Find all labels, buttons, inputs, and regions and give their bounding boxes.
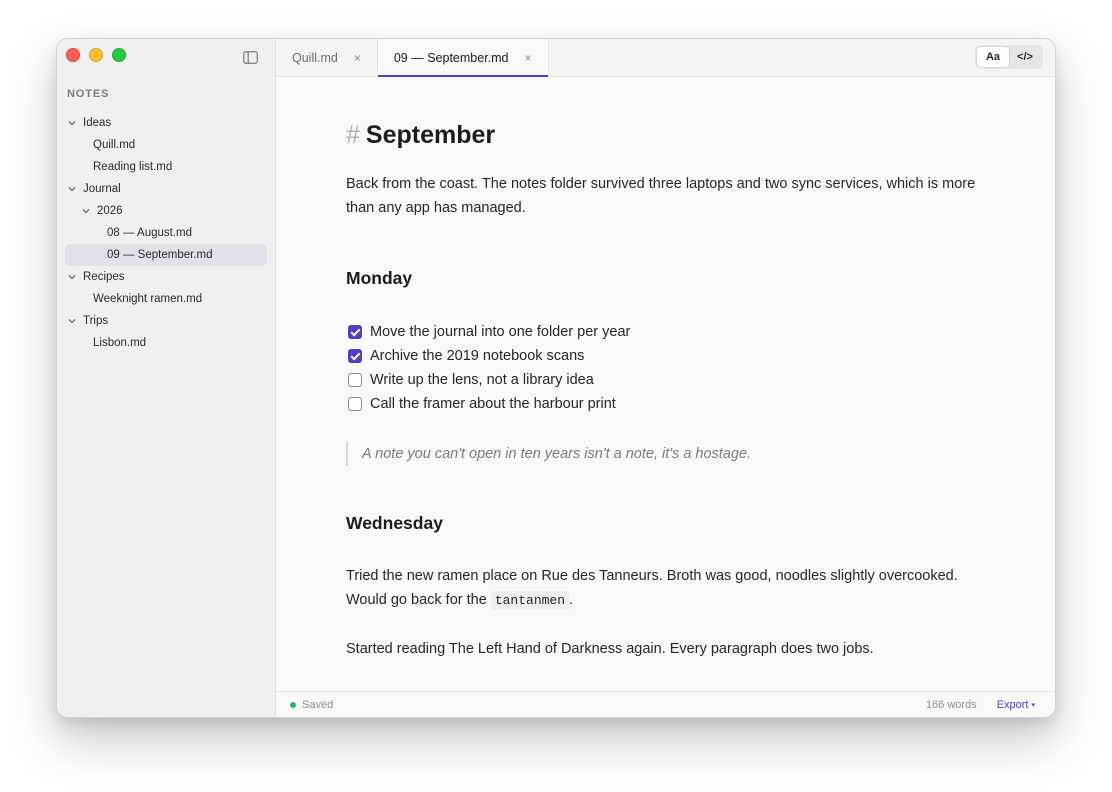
task-text: Move the journal into one folder per yea… [370, 324, 631, 340]
tree-item-label: Trips [83, 315, 109, 327]
status-bar: Saved 166 words Export ▾ [276, 691, 1055, 717]
tree-item-label: Lisbon.md [93, 337, 147, 349]
task-checkbox[interactable] [348, 349, 362, 363]
tree-file-august[interactable]: 08 — August.md [65, 222, 267, 244]
sidebar-toggle-icon[interactable] [243, 51, 258, 64]
source-mode-button[interactable]: </> [1009, 47, 1041, 67]
title-text: September [365, 121, 496, 149]
tree-file-september[interactable]: 09 — September.md [65, 244, 267, 266]
chevron-down-icon[interactable] [67, 316, 77, 326]
export-button[interactable]: Export ▾ [997, 699, 1035, 711]
ramen-paragraph: Tried the new ramen place on Rue des Tan… [346, 564, 986, 613]
tree-item-label: Reading list.md [93, 161, 173, 173]
word-count: 166 words [925, 698, 977, 711]
preview-mode-button[interactable]: Aa [977, 47, 1009, 67]
tree-item-label: 09 — September.md [107, 249, 213, 261]
view-mode-switch: Aa </> [975, 45, 1043, 69]
tree-item-label: Weeknight ramen.md [93, 293, 203, 305]
task-text: Call the framer about the harbour print [370, 396, 616, 412]
tree-file-quill[interactable]: Quill.md [65, 134, 267, 156]
tree-folder-journal[interactable]: Journal [65, 178, 267, 200]
caret-down-icon: ▾ [1031, 701, 1035, 709]
zoom-window-button[interactable] [112, 48, 126, 62]
tree-item-label: 2026 [97, 205, 123, 217]
tree-item-label: Recipes [83, 271, 125, 283]
task-text: Archive the 2019 notebook scans [370, 348, 585, 364]
task-checkbox[interactable] [348, 373, 362, 387]
close-window-button[interactable] [66, 48, 80, 62]
task-checkbox[interactable] [348, 325, 362, 339]
tab-label: 09 — September.md [393, 50, 509, 65]
export-label: Export [996, 698, 1029, 711]
tree-file-weeknight-ramen[interactable]: Weeknight ramen.md [65, 288, 267, 310]
heading-marker: # [346, 121, 360, 149]
app-window: NOTES Ideas Quill.md Reading list.md Jou… [56, 38, 1056, 718]
tab-september[interactable]: 09 — September.md × [377, 39, 549, 77]
chevron-down-icon[interactable] [67, 272, 77, 282]
task-item: Call the framer about the harbour print [346, 392, 1055, 416]
task-list: Move the journal into one folder per yea… [346, 320, 1055, 416]
tab-bar: Quill.md × 09 — September.md × Aa </> [276, 39, 1055, 77]
tab-label: Quill.md [292, 50, 338, 65]
sidebar-heading: NOTES [67, 88, 110, 100]
task-item: Archive the 2019 notebook scans [346, 344, 1055, 368]
tree-item-label: Quill.md [93, 139, 136, 151]
task-item: Write up the lens, not a library idea [346, 368, 1055, 392]
heading-wednesday: Wednesday [346, 513, 443, 533]
tree-folder-2026[interactable]: 2026 [65, 200, 267, 222]
main-pane: Quill.md × 09 — September.md × Aa </> # S… [276, 39, 1055, 717]
chevron-down-icon[interactable] [81, 206, 91, 216]
editor[interactable]: # September Back from the coast. The note… [276, 77, 1055, 691]
heading-monday: Monday [346, 268, 413, 288]
chevron-down-icon[interactable] [67, 184, 77, 194]
file-tree: Ideas Quill.md Reading list.md Journal 2… [65, 112, 267, 354]
tree-folder-recipes[interactable]: Recipes [65, 266, 267, 288]
tree-folder-ideas[interactable]: Ideas [65, 112, 267, 134]
window-controls [66, 48, 126, 62]
task-text: Write up the lens, not a library idea [370, 372, 594, 388]
page-title: # September [346, 119, 1055, 151]
close-tab-icon[interactable]: × [354, 51, 361, 65]
tree-file-reading-list[interactable]: Reading list.md [65, 156, 267, 178]
tab-quill[interactable]: Quill.md × [276, 39, 378, 76]
blockquote: A note you can't open in ten years isn't… [346, 442, 1055, 466]
close-tab-icon[interactable]: × [525, 51, 532, 65]
save-status: Saved [302, 698, 334, 711]
tree-item-label: Ideas [83, 117, 112, 129]
ramen-end: . [569, 592, 574, 608]
saved-indicator-icon [290, 701, 296, 708]
minimize-window-button[interactable] [89, 48, 103, 62]
inline-code: tantanmen [490, 591, 570, 610]
chevron-down-icon[interactable] [67, 118, 77, 128]
tree-file-lisbon[interactable]: Lisbon.md [65, 332, 267, 354]
tree-item-label: Journal [83, 183, 121, 195]
task-item: Move the journal into one folder per yea… [346, 320, 1055, 344]
reading-paragraph: Started reading The Left Hand of Darknes… [346, 641, 874, 657]
tree-folder-trips[interactable]: Trips [65, 310, 267, 332]
ramen-text: Tried the new ramen place on Rue des Tan… [346, 568, 958, 608]
intro-paragraph: Back from the coast. The notes folder su… [346, 176, 976, 216]
sidebar: NOTES Ideas Quill.md Reading list.md Jou… [57, 39, 276, 717]
tree-item-label: 08 — August.md [107, 227, 193, 239]
task-checkbox[interactable] [348, 397, 362, 411]
